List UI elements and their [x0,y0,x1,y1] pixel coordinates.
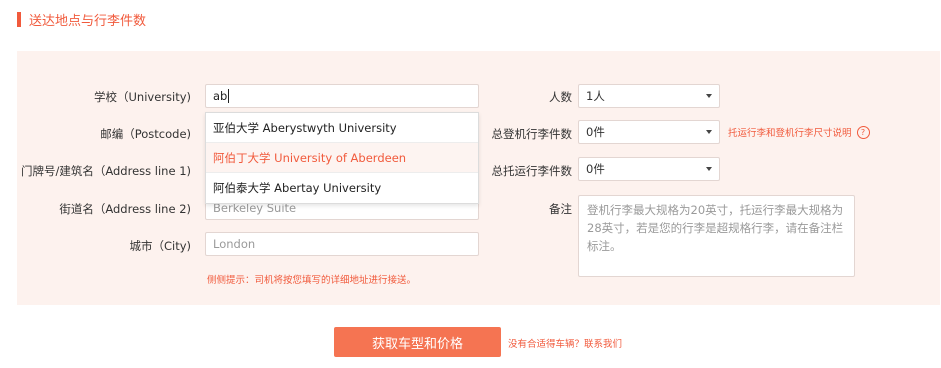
suggestion-item[interactable]: 阿伯泰大学 Abertay University [206,173,478,203]
remark-placeholder: 登机行李最大规格为20英寸，托运行李最大规格为28英寸，若是您的行李是超规格行李… [587,203,844,253]
school-input[interactable]: ab [205,84,479,108]
section-accent-bar [17,11,21,27]
contact-us-link[interactable]: 没有合适得车辆？联系我们 [508,336,622,350]
school-suggestions: 亚伯大学 Aberystwyth University 阿伯丁大学 Univer… [205,112,479,204]
postcode-label: 邮编（Postcode) [100,127,191,141]
luggage-size-link-text: 托运行李和登机行李尺寸说明 [728,128,852,139]
checked-label: 总托运行李件数 [491,164,573,178]
remark-textarea[interactable]: 登机行李最大规格为20英寸，托运行李最大规格为28英寸，若是您的行李是超规格行李… [578,195,855,277]
people-label: 人数 [549,90,572,104]
question-circle-icon[interactable]: ? [856,125,870,139]
school-label: 学校（University) [94,90,191,104]
checked-select-value: 0件 [586,162,605,176]
city-input[interactable]: London [205,232,479,256]
remark-label: 备注 [549,202,572,216]
address-line2-label: 街道名（Address line 2) [59,202,191,216]
city-label: 城市（City) [129,239,191,253]
checked-select[interactable]: 0件 [578,157,720,181]
get-price-button[interactable]: 获取车型和价格 [334,327,501,357]
chevron-down-icon [706,167,712,171]
city-placeholder: London [213,237,256,251]
chevron-down-icon [706,94,712,98]
chevron-down-icon [706,130,712,134]
people-select[interactable]: 1人 [578,84,720,108]
carry-on-select-value: 0件 [586,125,605,139]
text-caret [228,89,230,103]
school-input-value: ab [213,89,228,103]
carry-on-label: 总登机行李件数 [491,127,573,141]
suggestion-item[interactable]: 亚伯大学 Aberystwyth University [206,113,478,143]
luggage-size-link[interactable]: 托运行李和登机行李尺寸说明 ? [728,125,870,139]
section-title: 送达地点与行李件数 [29,13,147,29]
address-line1-label: 门牌号/建筑名（Address line 1) [20,164,191,178]
section-header: 送达地点与行李件数 [17,10,147,29]
suggestion-item-highlighted[interactable]: 阿伯丁大学 University of Aberdeen [206,143,478,173]
carry-on-select[interactable]: 0件 [578,120,720,144]
address-tip: 侧侧提示：司机将按您填写的详细地址进行接送。 [207,275,417,286]
people-select-value: 1人 [586,89,605,103]
